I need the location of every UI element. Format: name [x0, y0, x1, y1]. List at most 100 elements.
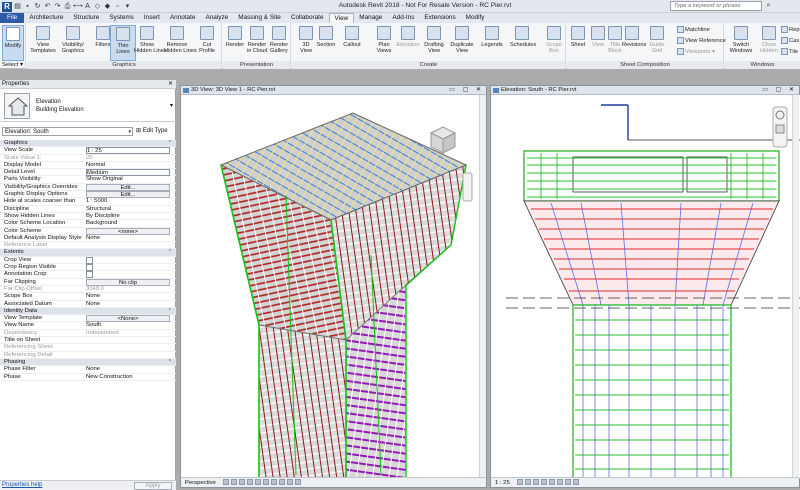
modify-button[interactable]: Modify	[2, 25, 24, 61]
thin-lines-button[interactable]: Thin Lines	[110, 25, 136, 61]
collapse-icon[interactable]: ⌃	[168, 359, 172, 366]
vertical-scrollbar[interactable]	[792, 95, 799, 477]
property-button[interactable]: No clip	[86, 278, 170, 286]
property-value[interactable]: South	[86, 322, 170, 329]
qat-dropdown-icon[interactable]: ▾	[123, 2, 132, 11]
tab-systems[interactable]: Systems	[104, 13, 139, 23]
navigation-wheel-icon[interactable]	[772, 106, 788, 148]
cascade-button[interactable]: Cas	[781, 37, 799, 44]
instance-selector[interactable]: Elevation: South ▾	[2, 127, 133, 136]
render-icon[interactable]	[255, 479, 262, 486]
property-value[interactable]: Normal	[86, 162, 170, 169]
callout-button[interactable]: Callout	[340, 25, 364, 61]
shadows-icon[interactable]	[247, 479, 254, 486]
revisions-button[interactable]: Revisions	[622, 25, 646, 61]
property-value[interactable]: Medium	[86, 169, 170, 177]
tab-extensions[interactable]: Extensions	[419, 13, 460, 23]
select-dropdown[interactable]: Select ▾	[2, 61, 23, 69]
elevation-button[interactable]: Elevation	[396, 25, 420, 61]
schedules-button[interactable]: Schedules	[510, 25, 536, 61]
property-value[interactable]: None	[86, 293, 170, 300]
measure-icon[interactable]: ⟷	[73, 2, 83, 11]
shadows-icon[interactable]	[541, 479, 548, 486]
save-icon[interactable]: ▪	[23, 2, 32, 11]
category-graphics[interactable]: Graphics ⌃	[0, 140, 176, 148]
visibility-graphics-button[interactable]: Visibility/Graphics	[60, 25, 86, 61]
drafting-view-button[interactable]: Drafting View	[422, 25, 446, 61]
collapse-icon[interactable]: ⌃	[168, 140, 172, 147]
revit-logo-icon[interactable]: R	[2, 1, 12, 12]
tab-architecture[interactable]: Architecture	[24, 13, 68, 23]
close-hidden-button[interactable]: Close Hidden	[757, 25, 781, 61]
plan-views-button[interactable]: Plan Views	[372, 25, 396, 61]
property-value[interactable]: Background	[86, 220, 170, 227]
view-templates-button[interactable]: View Templates	[30, 25, 56, 61]
switch-windows-button[interactable]: Switch Windows	[729, 25, 753, 61]
property-value[interactable]: 1 : 25	[86, 147, 170, 155]
property-value[interactable]: By Discipline	[86, 213, 170, 220]
tab-add-ins[interactable]: Add-Ins	[387, 13, 419, 23]
guide-grid-button[interactable]: Guide Grid	[647, 25, 667, 61]
category-phasing[interactable]: Phasing ⌃	[0, 358, 176, 367]
remove-hidden-lines-button[interactable]: Remove Hidden Lines	[164, 25, 197, 61]
category-extents[interactable]: Extents ⌃	[0, 249, 176, 257]
hide-isolate-icon[interactable]	[573, 479, 580, 486]
property-button[interactable]: <None>	[86, 315, 170, 323]
tab-analyze[interactable]: Analyze	[200, 13, 233, 23]
matchline-button[interactable]: Matchline	[677, 26, 710, 33]
sun-path-icon[interactable]	[533, 479, 540, 486]
category-identity-data[interactable]: Identity Data ⌃	[0, 307, 176, 316]
tab-file[interactable]: File	[0, 13, 25, 23]
type-dropdown-icon[interactable]: ▾	[170, 102, 173, 109]
render-button[interactable]: Render	[225, 25, 245, 61]
crop-icon[interactable]	[263, 479, 270, 486]
property-value[interactable]: New Construction	[86, 374, 170, 381]
view-reference-button[interactable]: View Reference	[677, 37, 726, 44]
cut-profile-button[interactable]: Cut Profile	[194, 25, 220, 61]
properties-help-link[interactable]: Properties help	[2, 482, 42, 488]
view-cube-icon[interactable]	[429, 126, 457, 154]
view-3d-titlebar[interactable]: 3D View: 3D View 1 - RC Pier.rvt ▭ ▢ ✕	[181, 86, 486, 95]
lock-icon[interactable]	[565, 479, 572, 486]
tab-modify[interactable]: Modify	[461, 13, 490, 23]
property-button[interactable]: Edit...	[86, 191, 170, 199]
property-value[interactable]: None	[86, 235, 170, 242]
collapse-icon[interactable]: ⌃	[168, 308, 172, 315]
tab-structure[interactable]: Structure	[68, 13, 104, 23]
property-value[interactable]: Show Original	[86, 176, 170, 183]
tile-button[interactable]: Tile	[781, 48, 798, 55]
section-icon[interactable]: ◆	[103, 2, 112, 11]
render-in-cloud-button[interactable]: Render in Cloud	[247, 25, 268, 61]
crop-icon[interactable]	[549, 479, 556, 486]
window-controls[interactable]: ▭ ▢ ✕	[762, 86, 797, 95]
text-icon[interactable]: A	[83, 2, 92, 11]
visual-style-icon[interactable]	[525, 479, 532, 486]
show-crop-icon[interactable]	[271, 479, 278, 486]
scope-box-button[interactable]: Scope Box	[542, 25, 566, 61]
section-button[interactable]: Section	[314, 25, 338, 61]
vertical-scrollbar[interactable]	[479, 95, 486, 477]
property-button[interactable]: Edit...	[86, 183, 170, 191]
elevation-window[interactable]: Elevation: South - RC Pier.rvt ▭ ▢ ✕ 1:…	[490, 85, 800, 488]
close-icon[interactable]: ✕	[168, 80, 173, 89]
viewports-button[interactable]: Viewports ▾	[677, 48, 715, 55]
visual-style-icon[interactable]	[231, 479, 238, 486]
detail-level-icon[interactable]	[223, 479, 230, 486]
tab-insert[interactable]: Insert	[139, 13, 165, 23]
apply-button[interactable]: Apply	[134, 482, 172, 490]
navigation-bar[interactable]	[462, 172, 473, 202]
sun-path-icon[interactable]	[239, 479, 246, 486]
lock-icon[interactable]	[279, 479, 286, 486]
redo-icon[interactable]: ↷	[53, 2, 62, 11]
window-controls[interactable]: ▭ ▢ ✕	[449, 86, 484, 95]
view-3d-window[interactable]: 3D View: 3D View 1 - RC Pier.rvt ▭ ▢ ✕ P…	[180, 85, 487, 488]
search-icon[interactable]: ⌕	[764, 1, 773, 11]
duplicate-view-button[interactable]: Duplicate View	[450, 25, 474, 61]
elevation-titlebar[interactable]: Elevation: South - RC Pier.rvt ▭ ▢ ✕	[491, 86, 799, 95]
sync-icon[interactable]: ↻	[33, 2, 42, 11]
search-input[interactable]: Type a keyword or phrase	[670, 1, 762, 11]
tab-collaborate[interactable]: Collaborate	[286, 13, 329, 23]
property-value[interactable]: None	[86, 366, 170, 373]
collapse-icon[interactable]: ⌃	[168, 249, 172, 256]
replicate-button[interactable]: Rep	[781, 26, 800, 33]
